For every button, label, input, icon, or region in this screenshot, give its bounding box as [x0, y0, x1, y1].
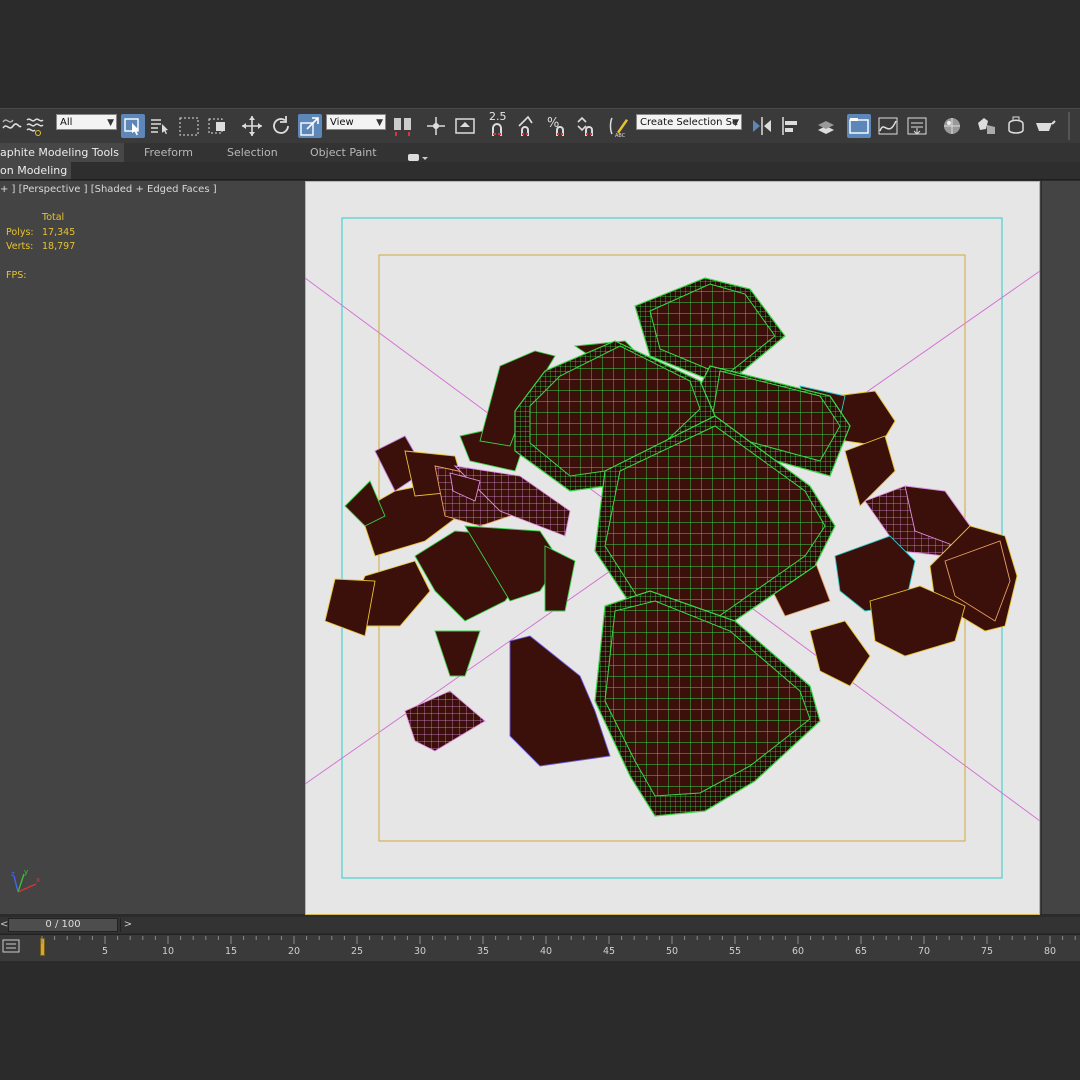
tab-object-paint[interactable]: Object Paint — [310, 143, 377, 162]
pivot-center-icon[interactable] — [391, 114, 415, 138]
scale-icon[interactable] — [298, 114, 322, 138]
select-by-name-icon[interactable] — [148, 114, 172, 138]
timeline-tick-label: 40 — [540, 946, 553, 957]
prev-frame-button[interactable]: < — [0, 918, 8, 932]
spinner-snap-icon[interactable] — [574, 114, 598, 138]
axis-label-z: z — [11, 870, 15, 878]
align-icon[interactable] — [779, 114, 803, 138]
reference-coordinate-dropdown[interactable]: View ▼ — [326, 114, 386, 130]
snap-value: 2.5 — [489, 110, 507, 123]
main-toolbar: All ▼ View ▼ 2.5 % ABC Create Selection … — [0, 108, 1080, 144]
axis-tripod-icon: x y z — [11, 868, 40, 893]
stats-polys-label: Polys: — [6, 227, 34, 238]
timeline-tick-label: 70 — [918, 946, 931, 957]
timeline-tick-label: 45 — [603, 946, 616, 957]
time-slider-bar — [0, 917, 1080, 933]
render-setup-icon[interactable] — [975, 114, 999, 138]
chocolate-block-bottom — [594, 590, 821, 817]
keyboard-shortcut-icon[interactable] — [453, 114, 477, 138]
ribbon-subbar: on Modeling — [0, 162, 1080, 180]
named-selection-sets-dropdown[interactable]: Create Selection Se ▼ — [636, 114, 742, 130]
tab-graphite-modeling-tools[interactable]: aphite Modeling Tools — [0, 143, 124, 162]
material-editor-icon[interactable] — [940, 114, 964, 138]
render-production-icon[interactable] — [1033, 114, 1057, 138]
window-crossing-icon[interactable] — [206, 114, 230, 138]
timeline-tick-label: 60 — [792, 946, 805, 957]
link-icon[interactable] — [0, 114, 24, 138]
bind-spacewarp-icon[interactable] — [24, 114, 48, 138]
snap-toggle-icon[interactable]: 2.5 — [487, 110, 511, 138]
timeline-tick-label: 25 — [351, 946, 364, 957]
rotate-icon[interactable] — [269, 114, 293, 138]
layer-manager-icon[interactable] — [814, 114, 838, 138]
ribbon-tabs: aphite Modeling Tools Freeform Selection… — [0, 143, 1080, 162]
mirror-icon[interactable] — [750, 114, 774, 138]
timeline-tick-label: 80 — [1044, 946, 1057, 957]
scene-explorer-icon[interactable] — [847, 114, 871, 138]
selection-filter-dropdown[interactable]: All ▼ — [56, 114, 117, 130]
tab-selection[interactable]: Selection — [227, 143, 278, 162]
curve-editor-icon[interactable] — [876, 114, 900, 138]
panel-polygon-modeling[interactable]: on Modeling — [0, 162, 72, 179]
select-manipulate-icon[interactable] — [424, 114, 448, 138]
timeline-tick-label: 50 — [666, 946, 679, 957]
svg-text:ABC: ABC — [615, 133, 626, 138]
viewport-right-margin — [1042, 181, 1080, 914]
stats-header: Total — [42, 212, 65, 223]
edit-named-selection-icon[interactable]: ABC — [607, 114, 631, 138]
next-frame-button[interactable]: > — [120, 918, 135, 932]
timeline-tick-label: 10 — [162, 946, 175, 957]
stats-verts-label: Verts: — [6, 241, 34, 252]
ribbon-options-icon[interactable] — [407, 148, 429, 161]
timeline-tick-label: 65 — [855, 946, 868, 957]
timeline-tick-label: 15 — [225, 946, 238, 957]
stats-fps-label: FPS: — [6, 270, 27, 281]
tab-freeform[interactable]: Freeform — [144, 143, 193, 162]
percent-snap-icon[interactable]: % — [545, 114, 569, 138]
schematic-view-icon[interactable] — [905, 114, 929, 138]
timeline-tick-label: 20 — [288, 946, 301, 957]
select-object-icon[interactable] — [121, 114, 145, 138]
status-area — [0, 961, 1080, 1080]
angle-snap-icon[interactable] — [516, 114, 540, 138]
timeline-tick-label: 5 — [102, 946, 109, 957]
stats-polys-value: 17,345 — [42, 227, 76, 238]
viewport-label-menu[interactable]: + ] [Perspective ] [Shaded + Edged Faces… — [0, 184, 217, 195]
toolbar-separator — [1068, 112, 1070, 140]
axis-label-x: x — [36, 876, 40, 884]
timeline-tick-label: 30 — [414, 946, 427, 957]
stats-verts-value: 18,797 — [42, 241, 76, 252]
scene-render[interactable] — [305, 181, 1040, 915]
timeline-tick-label: 55 — [729, 946, 742, 957]
rect-selection-icon[interactable] — [177, 114, 201, 138]
timeline-tick-label: 75 — [981, 946, 994, 957]
time-slider-thumb[interactable]: 0 / 100 — [8, 918, 118, 932]
rendered-frame-window-icon[interactable] — [1004, 114, 1028, 138]
move-icon[interactable] — [240, 114, 264, 138]
axis-label-y: y — [24, 868, 28, 876]
timeline-tick-label: 35 — [477, 946, 490, 957]
